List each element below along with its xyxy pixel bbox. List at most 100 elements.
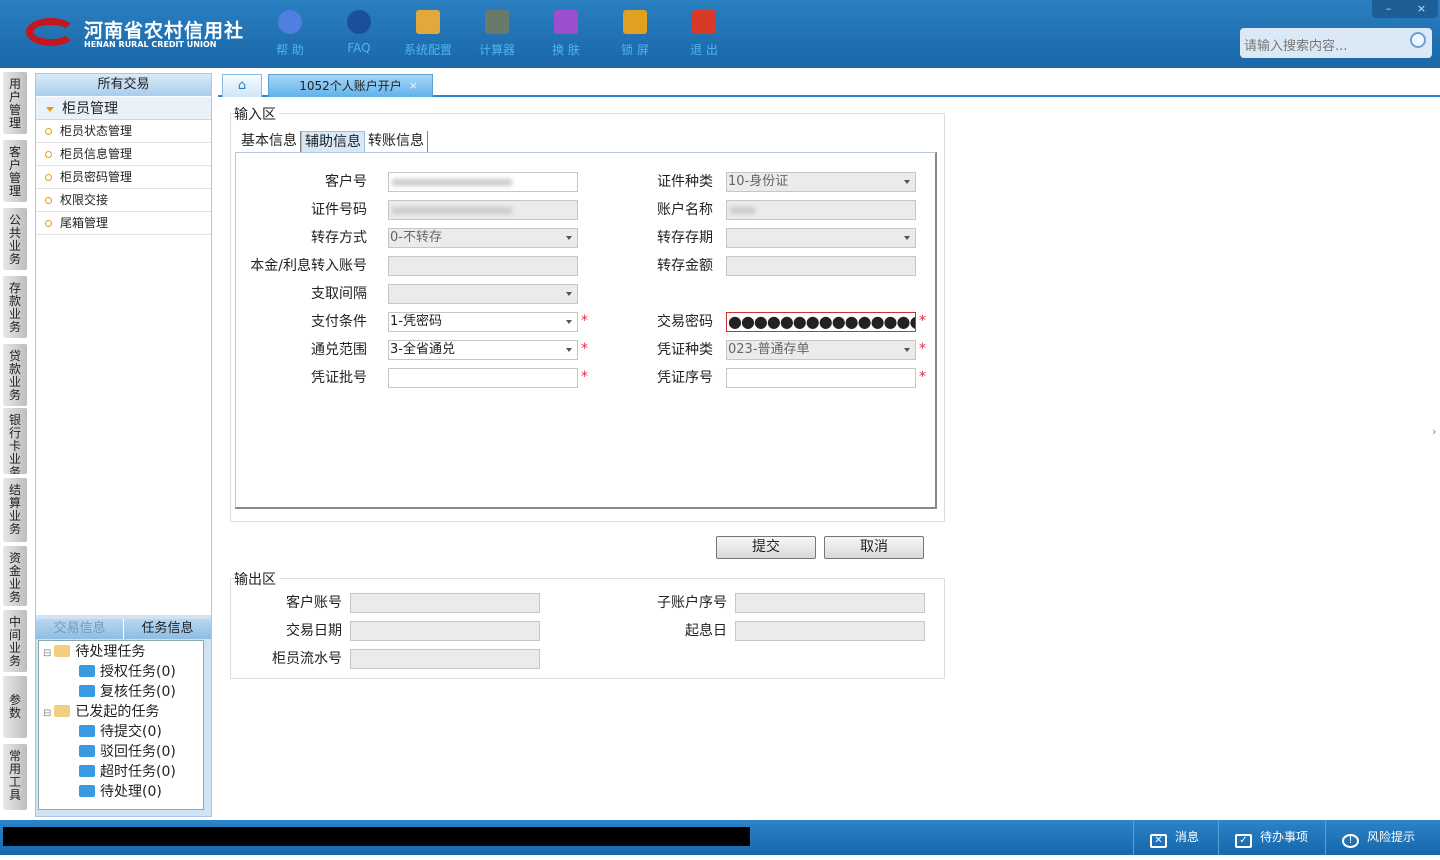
field-select[interactable] — [388, 284, 578, 304]
module-tab-2[interactable]: 公共业务 — [3, 208, 27, 270]
module-tab-5[interactable]: 银行卡业务 — [3, 408, 27, 474]
search-icon[interactable] — [1410, 32, 1426, 48]
tree-node[interactable]: 复核任务(0) — [79, 682, 176, 702]
toolbar-lock-button[interactable]: 锁 屏 — [605, 10, 665, 58]
lock-icon — [623, 10, 647, 34]
minimize-button[interactable]: – — [1372, 0, 1405, 18]
toolbar-calculator-button[interactable]: 计算器 — [467, 10, 527, 58]
module-tab-4[interactable]: 贷款业务 — [3, 344, 27, 406]
field-label: 客户号 — [325, 174, 367, 190]
checkbox-icon: ✓ — [1235, 834, 1252, 848]
subtab-transfer-info[interactable]: 转账信息 — [365, 131, 428, 153]
tree-node[interactable]: 待提交(0) — [79, 722, 162, 742]
info-icon — [278, 10, 302, 34]
field-input[interactable] — [735, 593, 925, 613]
module-tab-1[interactable]: 客户管理 — [3, 140, 27, 202]
toolbar-question-button[interactable]: FAQ — [329, 10, 389, 55]
tree-node-label: 待处理任务 — [75, 644, 146, 660]
field-input[interactable]: ●●●●●●●●●●●●●●● — [726, 312, 916, 332]
collapse-icon[interactable]: ⊟ — [43, 648, 51, 659]
toolbar-power-button[interactable]: 退 出 — [674, 10, 734, 58]
toolbar-shirt-button[interactable]: 换 肤 — [536, 10, 596, 58]
field-label: 转存金额 — [657, 258, 713, 274]
module-tab-8[interactable]: 中间业务 — [3, 610, 27, 672]
redacted-value — [392, 207, 512, 214]
field-select[interactable]: 023-普通存单 — [726, 340, 916, 360]
chevron-down-icon[interactable] — [904, 348, 910, 355]
chevron-down-icon[interactable] — [566, 236, 572, 243]
field-input[interactable] — [388, 200, 578, 220]
tree-node[interactable]: 授权任务(0) — [79, 662, 176, 682]
subtab-aux-info[interactable]: 辅助信息 — [301, 131, 365, 153]
module-tab-10[interactable]: 常用工具 — [3, 744, 27, 810]
all-transactions-header[interactable]: 所有交易 — [36, 74, 211, 96]
collapse-right-icon[interactable]: › — [1432, 425, 1436, 438]
field-input[interactable] — [388, 256, 578, 276]
status-checkbox[interactable]: ✓ 待办事项 — [1218, 820, 1325, 855]
close-button[interactable]: × — [1405, 0, 1438, 18]
tree-node-label: 已发起的任务 — [75, 704, 160, 720]
module-tab-3[interactable]: 存款业务 — [3, 276, 27, 338]
tab-close-icon[interactable]: × — [409, 75, 418, 97]
field-value: 1-凭密码 — [390, 314, 442, 329]
field-select[interactable]: 3-全省通兑 — [388, 340, 578, 360]
field-input[interactable] — [350, 593, 540, 613]
module-tab-0[interactable]: 用户管理 — [3, 72, 27, 134]
chevron-down-icon[interactable] — [904, 180, 910, 187]
module-tab-9[interactable]: 参数 — [3, 676, 27, 738]
field-input[interactable] — [726, 256, 916, 276]
module-tab-7[interactable]: 资金业务 — [3, 546, 27, 606]
tree-node[interactable]: 待处理(0) — [79, 782, 162, 802]
tab-personal-account-open[interactable]: 1052个人账户开户 × — [268, 74, 433, 97]
window-controls: – × — [1372, 0, 1438, 18]
field-input[interactable] — [350, 621, 540, 641]
toolbar-label: 锁 屏 — [621, 43, 649, 57]
vertical-module-tabs: 用户管理客户管理公共业务存款业务贷款业务 银行卡业务结算业务资金业务中间业务参数常… — [0, 72, 30, 812]
field-input[interactable] — [735, 621, 925, 641]
menu-item[interactable]: 柜员信息管理 — [36, 143, 211, 166]
tree-node[interactable]: ⊟ 待处理任务 — [43, 642, 145, 662]
field-select[interactable]: 10-身份证 — [726, 172, 916, 192]
field-label: 凭证序号 — [657, 370, 713, 386]
menu-item[interactable]: 权限交接 — [36, 189, 211, 212]
field-input[interactable] — [726, 368, 916, 388]
tree-node[interactable]: ⊟ 已发起的任务 — [43, 702, 159, 722]
status-alert-bubble[interactable]: ! 风险提示 — [1325, 820, 1440, 855]
status-mail[interactable]: ✕ 消息 — [1133, 820, 1218, 855]
chevron-down-icon[interactable] — [904, 236, 910, 243]
module-tab-6[interactable]: 结算业务 — [3, 478, 27, 542]
field-label: 通兑范围 — [311, 342, 367, 358]
toolbar-info-button[interactable]: 帮 助 — [260, 10, 320, 58]
field-input[interactable] — [350, 649, 540, 669]
menu-item[interactable]: 尾箱管理 — [36, 212, 211, 235]
cancel-button[interactable]: 取消 — [824, 536, 924, 559]
chevron-down-icon[interactable] — [566, 292, 572, 299]
subtab-basic-info[interactable]: 基本信息 — [238, 131, 301, 153]
chevron-down-icon[interactable] — [566, 320, 572, 327]
group-teller-management[interactable]: 柜员管理 — [36, 96, 211, 120]
field-select[interactable]: 1-凭密码 — [388, 312, 578, 332]
field-input[interactable] — [388, 172, 578, 192]
home-tab[interactable]: ⌂ — [222, 74, 262, 97]
menu-blank — [36, 235, 211, 615]
tab-transaction-info[interactable]: 交易信息 — [36, 619, 124, 639]
required-mark: * — [919, 369, 926, 385]
field-label: 交易密码 — [657, 314, 713, 330]
field-input[interactable] — [726, 200, 916, 220]
chevron-down-icon[interactable] — [566, 348, 572, 355]
search-input[interactable]: 请输入搜索内容... — [1240, 28, 1432, 58]
tree-node[interactable]: 驳回任务(0) — [79, 742, 176, 762]
tree-node[interactable]: 超时任务(0) — [79, 762, 176, 782]
field-select[interactable] — [726, 228, 916, 248]
tab-task-info[interactable]: 任务信息 — [124, 619, 211, 639]
toolbar-toolbox-button[interactable]: 系统配置 — [398, 10, 458, 58]
tree-node-label: 待提交(0) — [100, 724, 162, 740]
submit-button[interactable]: 提交 — [716, 536, 816, 559]
home-icon: ⌂ — [237, 78, 247, 93]
field-input[interactable] — [388, 368, 578, 388]
menu-item[interactable]: 柜员密码管理 — [36, 166, 211, 189]
collapse-icon[interactable]: ⊟ — [43, 708, 51, 719]
field-label: 支付条件 — [311, 314, 367, 330]
menu-item[interactable]: 柜员状态管理 — [36, 120, 211, 143]
field-select[interactable]: 0-不转存 — [388, 228, 578, 248]
